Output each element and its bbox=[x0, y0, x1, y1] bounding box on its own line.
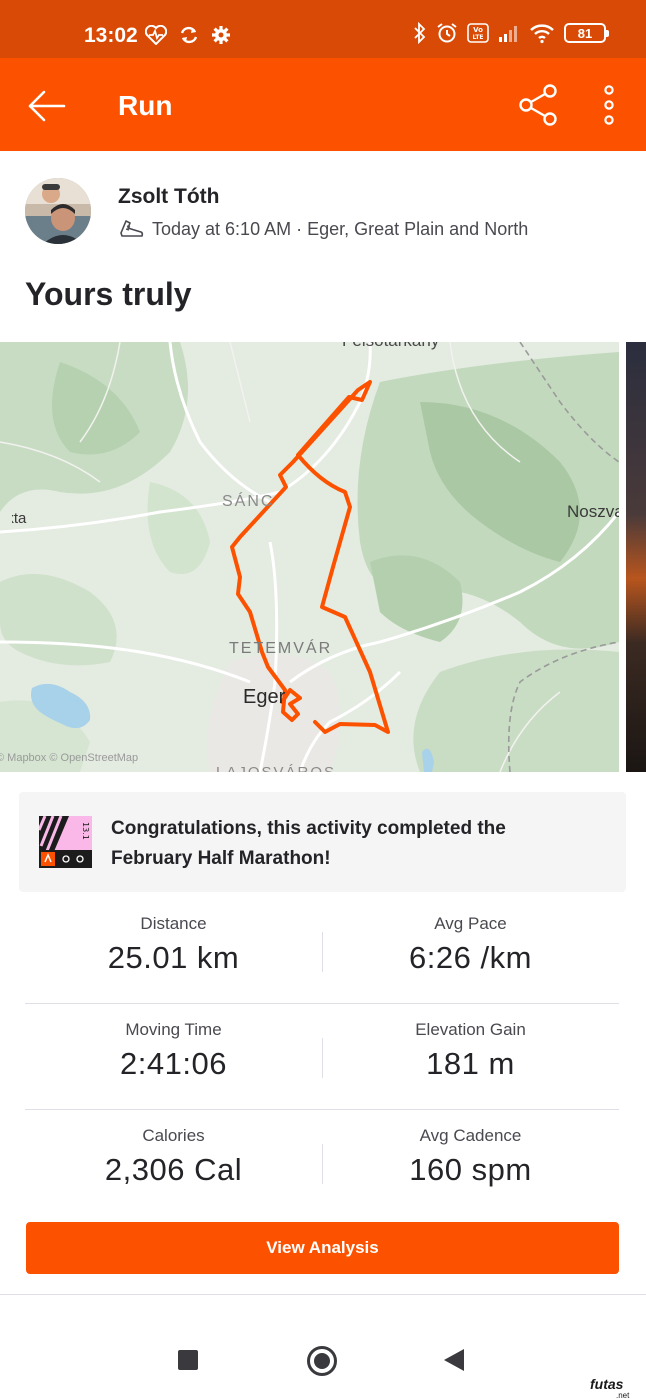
watermark-logo: futas bbox=[590, 1376, 624, 1392]
arrow-left-icon bbox=[28, 90, 66, 122]
stat-row: Distance 25.01 km Avg Pace 6:26 /km bbox=[25, 898, 619, 1004]
stat-value: 160 spm bbox=[409, 1152, 532, 1187]
svg-text:LTE: LTE bbox=[472, 34, 483, 41]
share-icon bbox=[519, 84, 557, 126]
watermark-suffix: .net bbox=[616, 1391, 630, 1400]
activity-meta: Today at 6:10 AM · Eger, Great Plain and… bbox=[118, 218, 528, 240]
heart-rate-icon bbox=[145, 25, 167, 45]
stat-value: 181 m bbox=[426, 1046, 515, 1081]
stat-row: Moving Time 2:41:06 Elevation Gain 181 m bbox=[25, 1004, 619, 1110]
stat-moving-time: Moving Time 2:41:06 bbox=[25, 1004, 322, 1110]
athlete-photo bbox=[25, 178, 91, 244]
stat-elevation-gain: Elevation Gain 181 m bbox=[322, 1004, 619, 1110]
bluetooth-icon bbox=[414, 22, 426, 44]
home-button[interactable] bbox=[307, 1346, 337, 1376]
more-options-button[interactable] bbox=[592, 82, 626, 128]
stat-value: 6:26 /km bbox=[409, 940, 532, 975]
volte-icon: VoLTE bbox=[467, 23, 489, 43]
svg-text:Vo: Vo bbox=[473, 26, 483, 34]
challenge-message: Congratulations, this activity completed… bbox=[111, 818, 506, 869]
system-back-button[interactable] bbox=[444, 1349, 464, 1371]
map-canvas bbox=[0, 342, 619, 772]
battery-icon: 81 bbox=[564, 23, 609, 43]
stat-distance: Distance 25.01 km bbox=[25, 898, 322, 1004]
stat-avg-pace: Avg Pace 6:26 /km bbox=[322, 898, 619, 1004]
challenge-banner[interactable]: 13.1 Congratulations, this activity comp… bbox=[19, 792, 626, 892]
badge-label: 13.1 bbox=[81, 822, 90, 840]
athlete-name[interactable]: Zsolt Tóth bbox=[118, 185, 219, 209]
map-label-eger: Eger bbox=[243, 686, 286, 708]
avatar[interactable] bbox=[25, 178, 91, 244]
stat-label: Calories bbox=[142, 1126, 205, 1145]
status-time: 13:02 bbox=[84, 24, 138, 47]
battery-level: 81 bbox=[577, 25, 593, 41]
wifi-icon bbox=[530, 24, 554, 44]
back-button[interactable] bbox=[24, 84, 68, 128]
map-label-tetemvar: TETEMVÁR bbox=[229, 640, 333, 657]
stat-row: Calories 2,306 Cal Avg Cadence 160 spm bbox=[25, 1110, 619, 1216]
view-analysis-button[interactable]: View Analysis bbox=[26, 1222, 619, 1274]
map-label-right: Noszva bbox=[567, 502, 619, 521]
stat-value: 2,306 Cal bbox=[104, 1152, 243, 1187]
map-attribution[interactable]: © Mapbox © OpenStreetMap bbox=[0, 752, 138, 764]
stat-value: 2:41:06 bbox=[120, 1046, 227, 1081]
stat-label: Avg Cadence bbox=[419, 1126, 522, 1145]
share-button[interactable] bbox=[516, 82, 562, 128]
map-label-top: Felsőtárkány bbox=[342, 342, 439, 351]
stat-value: 25.01 km bbox=[107, 940, 240, 975]
stat-label: Moving Time bbox=[125, 1020, 222, 1039]
page-title: Run bbox=[118, 90, 173, 121]
stat-calories: Calories 2,306 Cal bbox=[25, 1110, 322, 1216]
half-marathon-badge-icon: 13.1 bbox=[37, 815, 92, 868]
activity-title: Yours truly bbox=[25, 276, 192, 312]
status-bar: 13:02 Vo LTE 81 bbox=[0, 0, 646, 58]
more-vertical-icon bbox=[604, 85, 614, 125]
recents-button[interactable] bbox=[178, 1350, 198, 1370]
alarm-icon bbox=[437, 23, 457, 43]
stat-label: Distance bbox=[140, 914, 207, 933]
signal-icon bbox=[499, 26, 517, 42]
settings-gear-icon bbox=[212, 26, 230, 44]
next-photo-peek[interactable] bbox=[626, 342, 646, 772]
stat-avg-cadence: Avg Cadence 160 spm bbox=[322, 1110, 619, 1216]
challenge-badge: 13.1 bbox=[37, 815, 92, 868]
app-bar: Run bbox=[0, 58, 646, 151]
route-map[interactable]: Felsőtárkány akta Noszva SÁNC TETEMVÁR E… bbox=[0, 342, 619, 772]
run-shoe-icon bbox=[120, 220, 144, 237]
map-label-bottom: LAJOSVÁROS bbox=[216, 764, 336, 772]
stat-label: Avg Pace bbox=[434, 914, 507, 933]
stat-label: Elevation Gain bbox=[415, 1020, 526, 1039]
activity-stats: Distance 25.01 km Avg Pace 6:26 /km Movi… bbox=[25, 898, 619, 1216]
activity-date-location: Today at 6:10 AM · Eger, Great Plain and… bbox=[152, 218, 529, 239]
map-label-sanc: SÁNC bbox=[222, 493, 275, 510]
sync-icon bbox=[180, 26, 198, 44]
divider bbox=[0, 1294, 646, 1295]
